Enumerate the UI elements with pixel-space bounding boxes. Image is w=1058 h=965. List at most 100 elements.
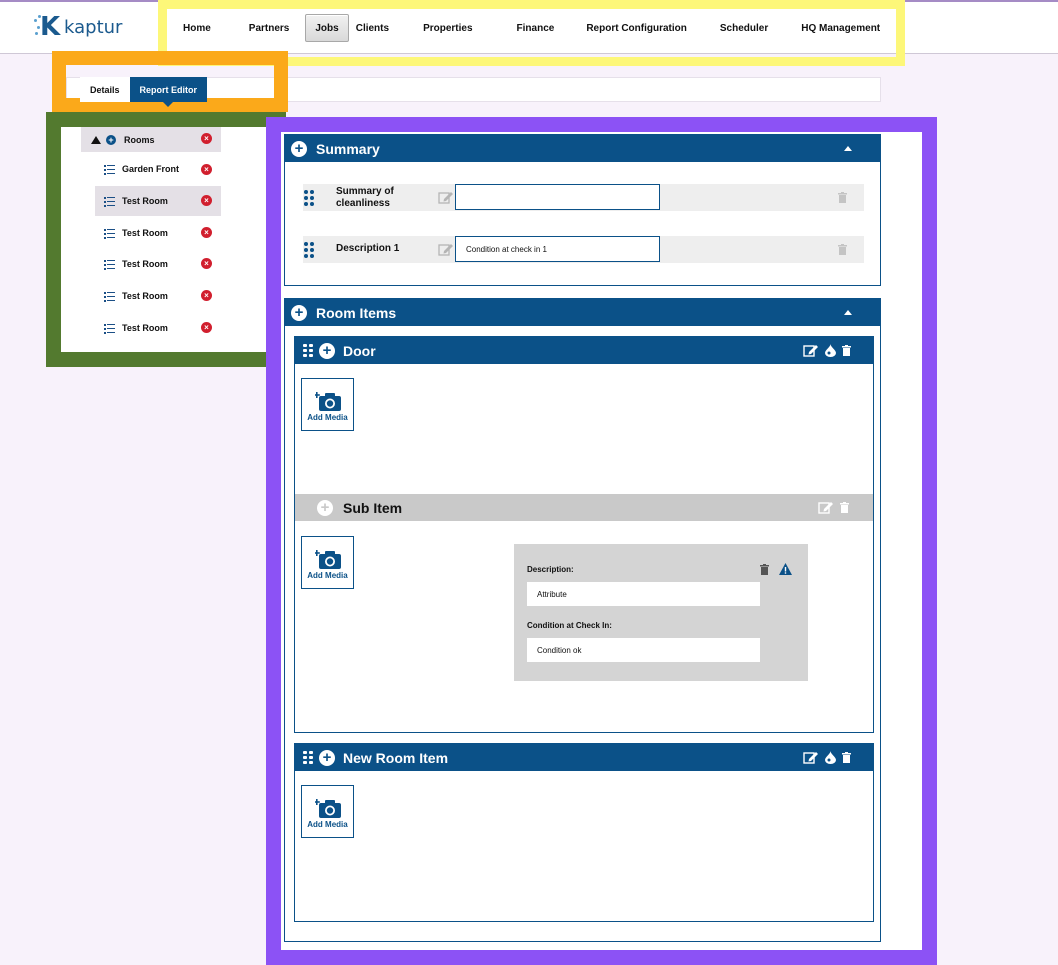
nav-home[interactable]: Home <box>175 13 219 43</box>
tree-root-label: Rooms <box>124 134 155 145</box>
list-icon <box>104 259 115 270</box>
room-item-door: + Door Add Media + Sub Item Add Media De… <box>294 336 874 733</box>
nav-hq-management[interactable]: HQ Management <box>793 13 888 43</box>
add-media-label: Add Media <box>307 413 348 422</box>
remove-icon[interactable]: × <box>201 258 212 269</box>
warning-icon[interactable] <box>779 563 792 575</box>
list-icon <box>104 164 115 175</box>
summary-header[interactable]: + Summary <box>285 135 880 162</box>
door-title: Door <box>343 342 376 359</box>
remove-icon[interactable]: × <box>201 195 212 206</box>
description-input[interactable]: Attribute <box>527 582 760 606</box>
list-icon <box>104 323 115 334</box>
condition-label: Condition at Check In: <box>527 621 612 630</box>
tree-item-garden-front[interactable]: Garden Front × <box>95 154 221 184</box>
tree-root-rooms[interactable]: + Rooms × <box>81 127 221 152</box>
edit-pencil-icon[interactable] <box>818 500 834 514</box>
field-label: Summary of cleanliness <box>336 186 394 209</box>
add-plus-icon[interactable]: + <box>319 749 335 766</box>
remove-icon[interactable]: × <box>201 322 212 333</box>
logo-mark-icon: K <box>34 12 62 42</box>
summary-section: + Summary Summary of cleanliness Descrip… <box>284 134 881 286</box>
nav-finance[interactable]: Finance <box>509 13 563 43</box>
camera-plus-icon <box>315 799 341 818</box>
description-label: Description: <box>527 565 574 574</box>
nav-clients[interactable]: Clients <box>348 13 397 43</box>
room-item-new: + New Room Item Add Media <box>294 743 874 922</box>
report-editor-panel: + Summary Summary of cleanliness Descrip… <box>266 117 937 965</box>
edit-pencil-icon[interactable] <box>438 190 454 204</box>
collapse-triangle-icon[interactable] <box>91 135 101 144</box>
nav-jobs[interactable]: Jobs <box>305 14 349 42</box>
add-room-icon[interactable]: + <box>106 134 116 145</box>
edit-pencil-icon[interactable] <box>803 343 819 357</box>
nav-properties[interactable]: Properties <box>415 13 480 43</box>
summary-field-row: Summary of cleanliness <box>303 184 864 211</box>
tab-details[interactable]: Details <box>80 77 130 102</box>
tree-item-test-room[interactable]: Test Room × <box>95 186 221 216</box>
edit-pencil-icon[interactable] <box>803 750 819 764</box>
tree-item-label: Test Room <box>122 196 168 206</box>
sub-item-actions <box>818 500 849 514</box>
add-media-button[interactable]: Add Media <box>301 378 354 431</box>
logo-text: kaptur <box>64 16 123 38</box>
door-actions <box>803 343 851 357</box>
drag-handle-icon[interactable] <box>304 190 314 206</box>
trash-icon[interactable] <box>760 564 769 575</box>
camera-plus-icon <box>315 392 341 411</box>
nav-partners[interactable]: Partners <box>241 13 298 43</box>
tab-report-editor[interactable]: Report Editor <box>129 77 208 107</box>
room-items-header[interactable]: + Room Items <box>285 299 880 326</box>
nav-scheduler[interactable]: Scheduler <box>712 13 776 43</box>
condition-input[interactable]: Condition ok <box>527 638 760 662</box>
drag-handle-icon[interactable] <box>303 343 313 358</box>
trash-icon[interactable] <box>842 751 851 763</box>
tree-item-test-room[interactable]: Test Room × <box>95 249 221 279</box>
tree-item-label: Test Room <box>122 323 168 333</box>
remove-icon[interactable]: × <box>201 164 212 175</box>
list-icon <box>104 291 115 302</box>
add-plus-icon[interactable]: + <box>317 499 333 516</box>
tree-item-test-room[interactable]: Test Room × <box>95 281 221 311</box>
add-plus-icon[interactable]: + <box>291 304 307 321</box>
camera-plus-icon <box>315 550 341 569</box>
summary-of-cleanliness-input[interactable] <box>455 184 660 210</box>
remove-icon[interactable]: × <box>201 133 212 144</box>
tabs: Details Report Editor <box>80 77 208 107</box>
summary-field-row: Description 1 Condition at check in 1 <box>303 236 864 263</box>
tree-item-test-room[interactable]: Test Room × <box>95 313 221 343</box>
add-media-button[interactable]: Add Media <box>301 785 354 838</box>
drag-handle-icon[interactable] <box>304 242 314 258</box>
trash-icon[interactable] <box>842 344 851 356</box>
drop-icon[interactable] <box>825 750 836 764</box>
trash-icon[interactable] <box>838 192 847 203</box>
drop-icon[interactable] <box>825 343 836 357</box>
add-media-button[interactable]: Add Media <box>301 536 354 589</box>
new-room-item-actions <box>803 750 851 764</box>
new-room-item-title: New Room Item <box>343 749 449 766</box>
main-nav: Home Partners Jobs Clients Properties Fi… <box>175 13 888 43</box>
sub-item-title: Sub Item <box>343 499 403 516</box>
edit-pencil-icon[interactable] <box>438 242 454 256</box>
kaptur-logo[interactable]: K kaptur <box>34 12 123 42</box>
remove-icon[interactable]: × <box>201 290 212 301</box>
drag-handle-icon[interactable] <box>303 750 313 765</box>
nav-report-configuration[interactable]: Report Configuration <box>578 13 695 43</box>
list-icon <box>104 196 115 207</box>
tree-item-label: Test Room <box>122 291 168 301</box>
collapse-caret-icon[interactable] <box>844 146 852 151</box>
add-media-label: Add Media <box>307 820 348 829</box>
add-plus-icon[interactable]: + <box>319 342 335 359</box>
tree-item-test-room[interactable]: Test Room × <box>95 218 221 248</box>
door-header[interactable]: + Door <box>295 337 873 364</box>
trash-icon[interactable] <box>840 501 849 513</box>
sub-item-header[interactable]: + Sub Item <box>295 494 873 521</box>
new-room-item-header[interactable]: + New Room Item <box>295 744 873 771</box>
description-1-input[interactable]: Condition at check in 1 <box>455 236 660 262</box>
add-media-label: Add Media <box>307 571 348 580</box>
remove-icon[interactable]: × <box>201 227 212 238</box>
tree-item-label: Garden Front <box>122 164 180 174</box>
trash-icon[interactable] <box>838 244 847 255</box>
add-plus-icon[interactable]: + <box>291 140 307 157</box>
collapse-caret-icon[interactable] <box>844 310 852 315</box>
